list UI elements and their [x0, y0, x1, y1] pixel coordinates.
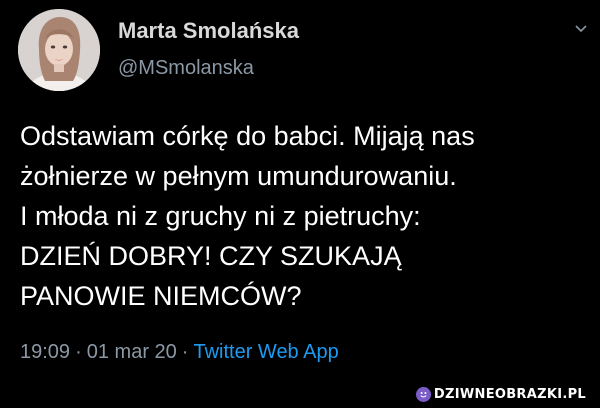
chevron-down-icon — [575, 25, 587, 33]
tweet-time[interactable]: 19:09 — [20, 341, 70, 363]
tweet-menu-button[interactable] — [573, 22, 589, 36]
author-display-name[interactable]: Marta Smolańska — [118, 18, 299, 44]
screen: Marta Smolańska @MSmolanska Odstawiam có… — [0, 0, 600, 408]
tweet-card[interactable]: Marta Smolańska @MSmolanska Odstawiam có… — [0, 0, 600, 380]
tweet-text-line: I młoda ni z gruchy ni z pietruchy: — [20, 201, 421, 231]
tweet-source-link[interactable]: Twitter Web App — [193, 341, 338, 363]
profile-photo-icon — [18, 9, 100, 91]
meta-separator: · — [75, 341, 82, 363]
tweet-date[interactable]: 01 mar 20 — [87, 341, 177, 363]
tweet-text-line: PANOWIE NIEMCÓW? — [20, 281, 302, 311]
meta-separator: · — [181, 341, 189, 363]
smiley-badge-icon — [415, 386, 431, 402]
tweet-text-line: żołnierze w pełnym umundurowaniu. — [20, 161, 457, 191]
avatar[interactable] — [18, 9, 100, 91]
tweet-text: Odstawiam córkę do babci. Mijają nas żoł… — [20, 116, 592, 316]
author-handle[interactable]: @MSmolanska — [118, 57, 254, 80]
tweet-meta: 19:09 · 01 mar 20 · Twitter Web App — [20, 341, 339, 364]
site-watermark: DZIWNEOBRAZKI.PL — [411, 385, 590, 403]
tweet-text-line: Odstawiam córkę do babci. Mijają nas — [20, 121, 475, 151]
tweet-text-line: DZIEŃ DOBRY! CZY SZUKAJĄ — [20, 241, 402, 271]
watermark-text: DZIWNEOBRAZKI.PL — [433, 386, 586, 402]
